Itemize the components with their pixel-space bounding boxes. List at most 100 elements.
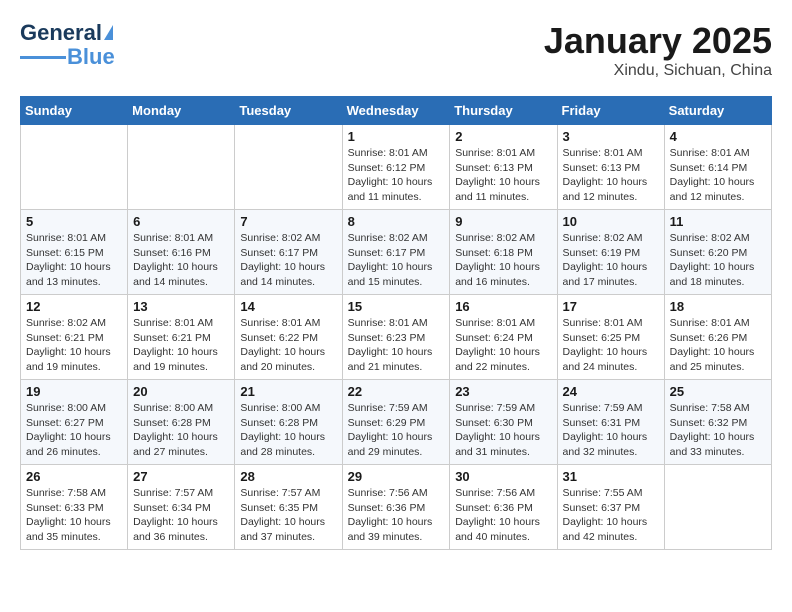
day-number: 28 <box>240 469 336 484</box>
day-info: Sunrise: 8:01 AMSunset: 6:24 PMDaylight:… <box>455 316 551 375</box>
header-day-saturday: Saturday <box>664 97 771 125</box>
day-number: 20 <box>133 384 229 399</box>
day-info: Sunrise: 8:01 AMSunset: 6:13 PMDaylight:… <box>563 146 659 205</box>
day-number: 30 <box>455 469 551 484</box>
day-number: 26 <box>26 469 122 484</box>
calendar-cell: 9 Sunrise: 8:02 AMSunset: 6:18 PMDaylight… <box>450 210 557 295</box>
header-day-sunday: Sunday <box>21 97 128 125</box>
day-number: 6 <box>133 214 229 229</box>
day-info: Sunrise: 7:56 AMSunset: 6:36 PMDaylight:… <box>455 486 551 545</box>
day-number: 19 <box>26 384 122 399</box>
day-number: 27 <box>133 469 229 484</box>
day-info: Sunrise: 8:00 AMSunset: 6:28 PMDaylight:… <box>240 401 336 460</box>
day-number: 21 <box>240 384 336 399</box>
day-info: Sunrise: 7:56 AMSunset: 6:36 PMDaylight:… <box>348 486 445 545</box>
header-row: SundayMondayTuesdayWednesdayThursdayFrid… <box>21 97 772 125</box>
calendar-cell: 24 Sunrise: 7:59 AMSunset: 6:31 PMDayligh… <box>557 380 664 465</box>
header-day-friday: Friday <box>557 97 664 125</box>
header-day-thursday: Thursday <box>450 97 557 125</box>
day-number: 29 <box>348 469 445 484</box>
day-info: Sunrise: 7:58 AMSunset: 6:32 PMDaylight:… <box>670 401 766 460</box>
day-number: 2 <box>455 129 551 144</box>
week-row-5: 26 Sunrise: 7:58 AMSunset: 6:33 PMDayligh… <box>21 465 772 550</box>
logo: General Blue <box>20 20 115 70</box>
day-info: Sunrise: 7:59 AMSunset: 6:30 PMDaylight:… <box>455 401 551 460</box>
calendar-cell: 23 Sunrise: 7:59 AMSunset: 6:30 PMDayligh… <box>450 380 557 465</box>
day-info: Sunrise: 8:01 AMSunset: 6:22 PMDaylight:… <box>240 316 336 375</box>
calendar-body: 1 Sunrise: 8:01 AMSunset: 6:12 PMDaylight… <box>21 125 772 550</box>
day-info: Sunrise: 8:02 AMSunset: 6:17 PMDaylight:… <box>348 231 445 290</box>
calendar-cell: 11 Sunrise: 8:02 AMSunset: 6:20 PMDayligh… <box>664 210 771 295</box>
logo-triangle-icon <box>104 25 113 40</box>
day-info: Sunrise: 8:01 AMSunset: 6:23 PMDaylight:… <box>348 316 445 375</box>
calendar-cell: 8 Sunrise: 8:02 AMSunset: 6:17 PMDaylight… <box>342 210 450 295</box>
week-row-1: 1 Sunrise: 8:01 AMSunset: 6:12 PMDaylight… <box>21 125 772 210</box>
day-info: Sunrise: 8:01 AMSunset: 6:25 PMDaylight:… <box>563 316 659 375</box>
calendar-cell: 16Sunrise: 8:01 AMSunset: 6:24 PMDayligh… <box>450 295 557 380</box>
day-info: Sunrise: 8:02 AMSunset: 6:20 PMDaylight:… <box>670 231 766 290</box>
day-number: 15 <box>348 299 445 314</box>
calendar-cell: 28 Sunrise: 7:57 AMSunset: 6:35 PMDayligh… <box>235 465 342 550</box>
logo-general: General <box>20 20 102 46</box>
week-row-2: 5Sunrise: 8:01 AMSunset: 6:15 PMDaylight… <box>21 210 772 295</box>
day-number: 25 <box>670 384 766 399</box>
calendar-cell: 12Sunrise: 8:02 AMSunset: 6:21 PMDayligh… <box>21 295 128 380</box>
week-row-4: 19 Sunrise: 8:00 AMSunset: 6:27 PMDayligh… <box>21 380 772 465</box>
calendar-cell: 19 Sunrise: 8:00 AMSunset: 6:27 PMDayligh… <box>21 380 128 465</box>
calendar-cell <box>128 125 235 210</box>
day-info: Sunrise: 7:58 AMSunset: 6:33 PMDaylight:… <box>26 486 122 545</box>
day-number: 5 <box>26 214 122 229</box>
calendar-cell: 31Sunrise: 7:55 AMSunset: 6:37 PMDayligh… <box>557 465 664 550</box>
day-number: 1 <box>348 129 445 144</box>
day-number: 8 <box>348 214 445 229</box>
calendar-cell: 5Sunrise: 8:01 AMSunset: 6:15 PMDaylight… <box>21 210 128 295</box>
day-number: 31 <box>563 469 659 484</box>
day-number: 24 <box>563 384 659 399</box>
calendar-cell <box>235 125 342 210</box>
day-number: 11 <box>670 214 766 229</box>
calendar-cell <box>664 465 771 550</box>
header-day-monday: Monday <box>128 97 235 125</box>
day-info: Sunrise: 8:01 AMSunset: 6:12 PMDaylight:… <box>348 146 445 205</box>
calendar-table: SundayMondayTuesdayWednesdayThursdayFrid… <box>20 96 772 550</box>
logo-blue: Blue <box>67 44 115 70</box>
day-info: Sunrise: 8:00 AMSunset: 6:27 PMDaylight:… <box>26 401 122 460</box>
calendar-cell: 17Sunrise: 8:01 AMSunset: 6:25 PMDayligh… <box>557 295 664 380</box>
day-info: Sunrise: 8:02 AMSunset: 6:17 PMDaylight:… <box>240 231 336 290</box>
title-block: January 2025 Xindu, Sichuan, China <box>544 20 772 80</box>
day-number: 18 <box>670 299 766 314</box>
day-info: Sunrise: 8:00 AMSunset: 6:28 PMDaylight:… <box>133 401 229 460</box>
day-info: Sunrise: 7:57 AMSunset: 6:35 PMDaylight:… <box>240 486 336 545</box>
day-info: Sunrise: 7:59 AMSunset: 6:29 PMDaylight:… <box>348 401 445 460</box>
day-info: Sunrise: 8:01 AMSunset: 6:26 PMDaylight:… <box>670 316 766 375</box>
calendar-cell: 27Sunrise: 7:57 AMSunset: 6:34 PMDayligh… <box>128 465 235 550</box>
calendar-cell: 14Sunrise: 8:01 AMSunset: 6:22 PMDayligh… <box>235 295 342 380</box>
day-number: 23 <box>455 384 551 399</box>
week-row-3: 12Sunrise: 8:02 AMSunset: 6:21 PMDayligh… <box>21 295 772 380</box>
day-info: Sunrise: 8:02 AMSunset: 6:19 PMDaylight:… <box>563 231 659 290</box>
calendar-cell: 10 Sunrise: 8:02 AMSunset: 6:19 PMDayligh… <box>557 210 664 295</box>
calendar-cell: 20 Sunrise: 8:00 AMSunset: 6:28 PMDayligh… <box>128 380 235 465</box>
header-day-wednesday: Wednesday <box>342 97 450 125</box>
calendar-cell: 26 Sunrise: 7:58 AMSunset: 6:33 PMDayligh… <box>21 465 128 550</box>
calendar-cell: 2Sunrise: 8:01 AMSunset: 6:13 PMDaylight… <box>450 125 557 210</box>
calendar-cell: 25 Sunrise: 7:58 AMSunset: 6:32 PMDayligh… <box>664 380 771 465</box>
calendar-cell: 1 Sunrise: 8:01 AMSunset: 6:12 PMDaylight… <box>342 125 450 210</box>
day-number: 13 <box>133 299 229 314</box>
calendar-cell: 7Sunrise: 8:02 AMSunset: 6:17 PMDaylight… <box>235 210 342 295</box>
calendar-cell: 22 Sunrise: 7:59 AMSunset: 6:29 PMDayligh… <box>342 380 450 465</box>
calendar-cell: 21 Sunrise: 8:00 AMSunset: 6:28 PMDayligh… <box>235 380 342 465</box>
day-number: 9 <box>455 214 551 229</box>
day-info: Sunrise: 7:59 AMSunset: 6:31 PMDaylight:… <box>563 401 659 460</box>
day-number: 4 <box>670 129 766 144</box>
day-info: Sunrise: 8:02 AMSunset: 6:18 PMDaylight:… <box>455 231 551 290</box>
day-number: 10 <box>563 214 659 229</box>
calendar-header: SundayMondayTuesdayWednesdayThursdayFrid… <box>21 97 772 125</box>
calendar-cell <box>21 125 128 210</box>
day-number: 3 <box>563 129 659 144</box>
calendar-cell: 29 Sunrise: 7:56 AMSunset: 6:36 PMDayligh… <box>342 465 450 550</box>
calendar-cell: 15 Sunrise: 8:01 AMSunset: 6:23 PMDayligh… <box>342 295 450 380</box>
calendar-title: January 2025 <box>544 20 772 62</box>
logo-underline <box>20 56 66 59</box>
day-number: 22 <box>348 384 445 399</box>
